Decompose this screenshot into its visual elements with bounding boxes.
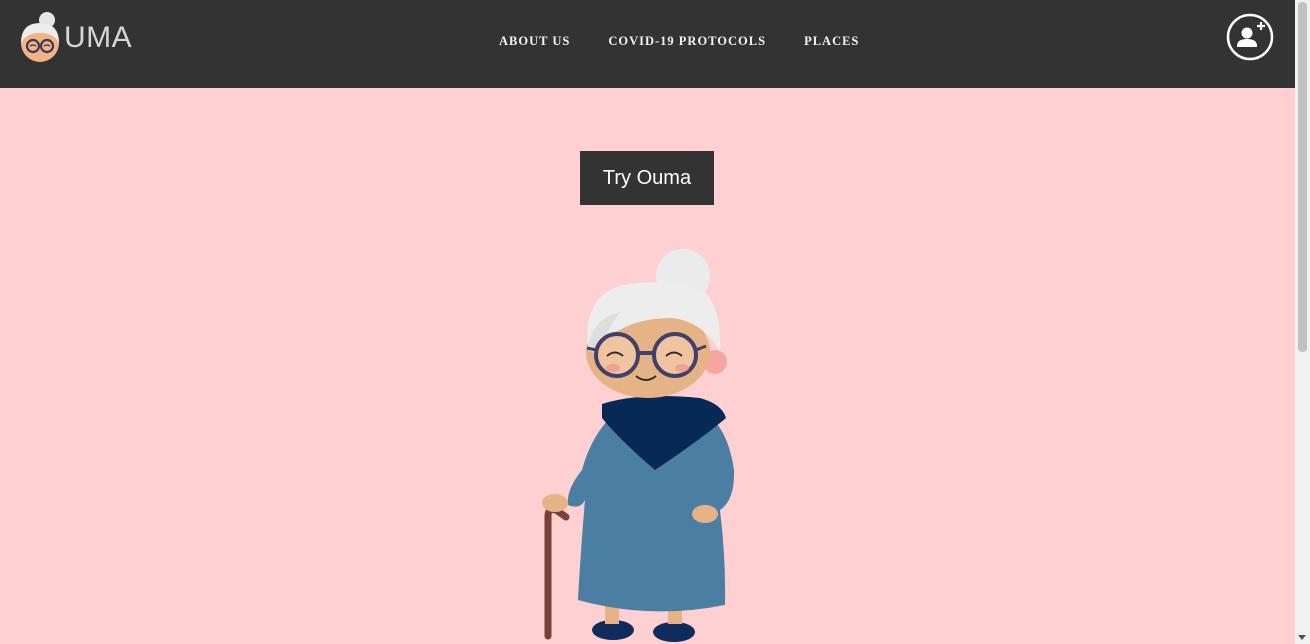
logo[interactable]: UMA [16, 10, 136, 66]
navbar: UMA ABOUT US COVID-19 PROTOCOLS PLACES [0, 0, 1295, 88]
scrollbar[interactable] [1295, 0, 1310, 644]
granny-face-icon [21, 12, 59, 62]
scroll-down-arrow-icon[interactable] [1298, 635, 1306, 640]
scrollbar-thumb[interactable] [1298, 2, 1307, 352]
user-plus-icon[interactable] [1226, 13, 1274, 61]
nav-links: ABOUT US COVID-19 PROTOCOLS PLACES [480, 0, 878, 83]
nav-places[interactable]: PLACES [785, 34, 878, 49]
brand-name: UMA [64, 21, 133, 54]
nav-about-us[interactable]: ABOUT US [480, 34, 589, 49]
nav-covid-protocols[interactable]: COVID-19 PROTOCOLS [589, 34, 785, 49]
try-ouma-button[interactable]: Try Ouma [580, 151, 714, 205]
grandmother-illustration [542, 249, 735, 642]
